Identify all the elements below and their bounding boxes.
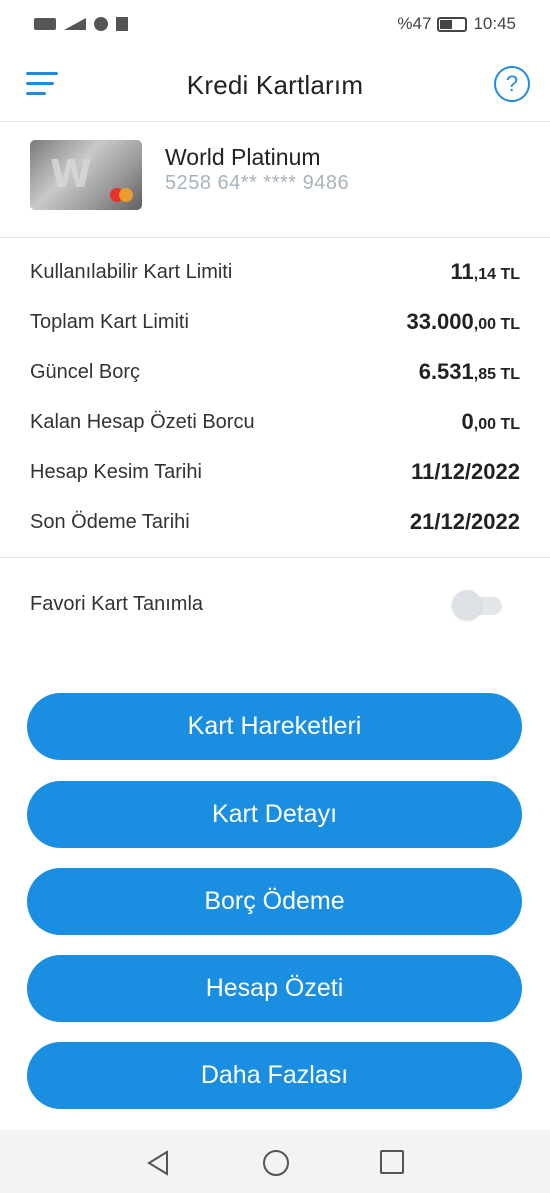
card-brand-mark: W (50, 152, 92, 196)
debt-payment-button[interactable]: Borç Ödeme (27, 868, 522, 935)
detail-due-date: Son Ödeme Tarihi 21/12/2022 (0, 497, 550, 547)
circle-home-icon[interactable] (263, 1150, 289, 1176)
toggle-knob (452, 590, 482, 620)
status-icons (34, 17, 128, 31)
app-bar: Kredi Kartlarım ? (0, 48, 550, 122)
detail-label: Güncel Borç (30, 360, 141, 383)
detail-label: Son Ödeme Tarihi (30, 510, 190, 533)
card-image: W (30, 140, 142, 210)
detail-value: 11/12/2022 (411, 459, 520, 484)
card-number: 5258 64** **** 9486 (165, 172, 350, 194)
detail-current-debt: Güncel Borç 6.531,85 TL (0, 347, 550, 397)
detail-label: Toplam Kart Limiti (30, 310, 189, 333)
card-summary[interactable]: W World Platinum 5258 64** **** 9486 (0, 122, 550, 238)
question-circle-icon[interactable]: ? (494, 66, 530, 102)
battery-percent: %47 (397, 14, 432, 33)
system-nav-bar (0, 1130, 550, 1193)
detail-value: 33.000,00 TL (406, 309, 520, 334)
detail-value: 21/12/2022 (409, 509, 520, 534)
account-statement-button[interactable]: Hesap Özeti (27, 955, 522, 1022)
more-button[interactable]: Daha Fazlası (27, 1042, 522, 1109)
detail-statement-date: Hesap Kesim Tarihi 11/12/2022 (0, 447, 550, 497)
card-detail-button[interactable]: Kart Detayı (27, 781, 522, 848)
signal-icon (64, 18, 86, 30)
triangle-back-icon[interactable] (146, 1150, 170, 1176)
status-bar: %47 10:45 (0, 0, 550, 48)
battery-icon (437, 16, 468, 32)
card-transactions-button[interactable]: Kart Hareketleri (27, 693, 522, 760)
clock: 10:45 (473, 14, 516, 33)
card-details: Kullanılabilir Kart Limiti 11,14 TL Topl… (0, 247, 550, 547)
status-right: %47 10:45 (397, 14, 516, 34)
alarm-icon (94, 17, 108, 31)
detail-label: Kullanılabilir Kart Limiti (30, 260, 233, 283)
nfc-icon (34, 18, 56, 30)
divider (0, 557, 550, 558)
detail-total-limit: Toplam Kart Limiti 33.000,00 TL (0, 297, 550, 347)
favorite-card-label: Favori Kart Tanımla (30, 593, 204, 615)
detail-value: 11,14 TL (450, 259, 521, 284)
detail-label: Hesap Kesim Tarihi (30, 460, 202, 483)
mastercard-logo-right (119, 188, 133, 202)
detail-available-limit: Kullanılabilir Kart Limiti 11,14 TL (0, 247, 550, 297)
page-title: Kredi Kartlarım (186, 70, 364, 100)
detail-remaining-statement-debt: Kalan Hesap Özeti Borcu 0,00 TL (0, 397, 550, 447)
favorite-card-toggle[interactable] (452, 590, 502, 620)
card-name: World Platinum (165, 144, 321, 170)
detail-value: 0,00 TL (461, 409, 520, 434)
detail-value: 6.531,85 TL (418, 359, 520, 384)
vibrate-icon (116, 17, 128, 31)
square-recent-icon[interactable] (380, 1150, 404, 1174)
detail-label: Kalan Hesap Özeti Borcu (30, 410, 255, 433)
